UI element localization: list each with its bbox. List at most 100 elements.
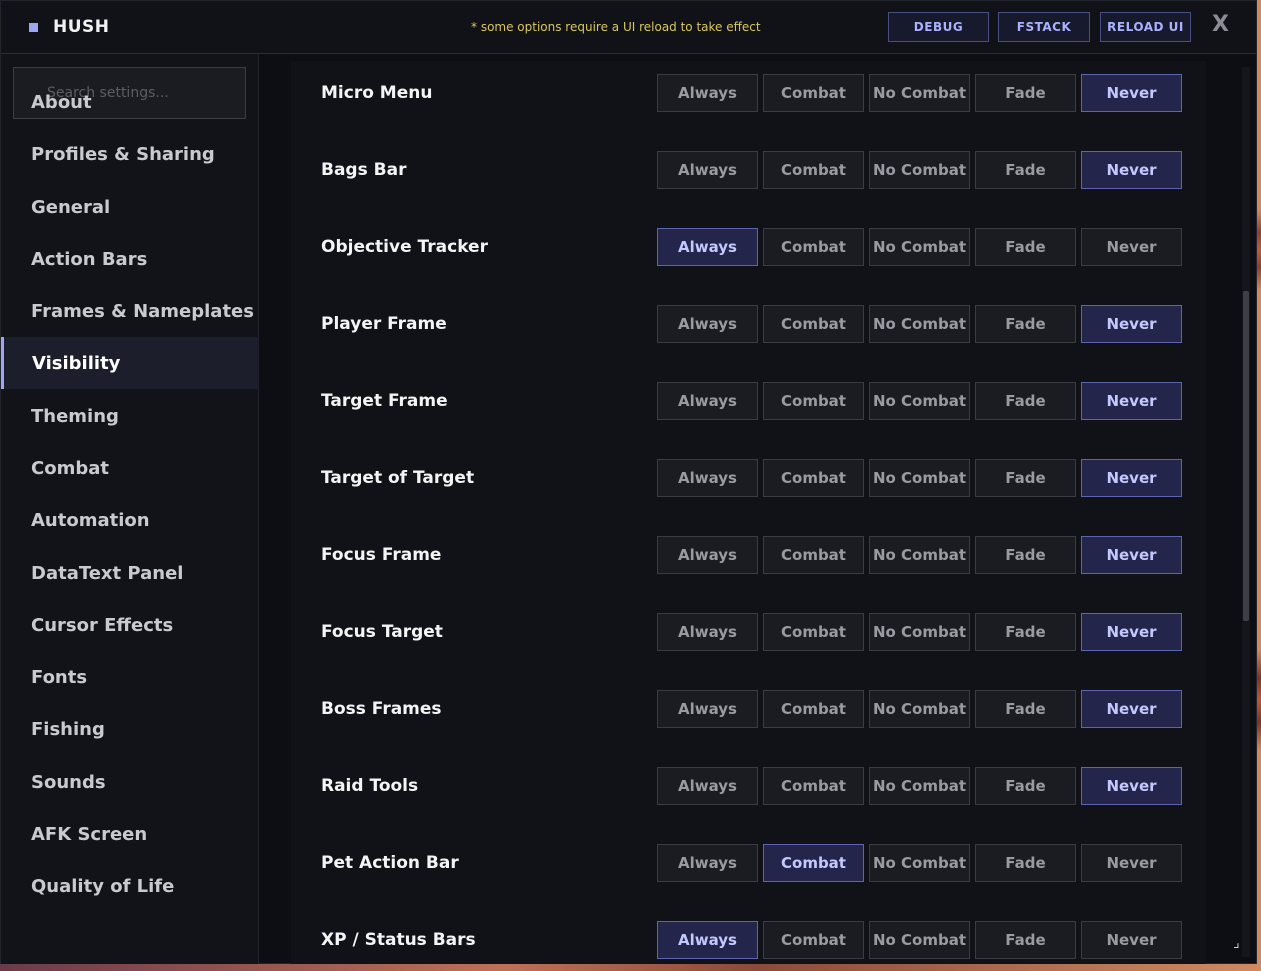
option-fade-button[interactable]: Fade — [975, 613, 1076, 651]
sidebar-item-about[interactable]: About — [1, 76, 259, 128]
option-no-combat-button[interactable]: No Combat — [869, 228, 970, 266]
option-never-button[interactable]: Never — [1081, 305, 1182, 343]
option-never-button[interactable]: Never — [1081, 767, 1182, 805]
visibility-row: Objective Tracker Always Combat No Combat Fa… — [291, 217, 1206, 277]
option-fade-button[interactable]: Fade — [975, 690, 1076, 728]
row-label: Target of Target — [321, 468, 475, 488]
header-bar: HUSH * some options require a UI reload … — [1, 1, 1256, 54]
sidebar-item-fonts[interactable]: Fonts — [1, 651, 259, 703]
row-label: Focus Frame — [321, 545, 442, 565]
resize-grip-icon[interactable]: ⌟ — [1233, 935, 1251, 957]
option-always-button[interactable]: Always — [657, 151, 758, 189]
option-fade-button[interactable]: Fade — [975, 536, 1076, 574]
sidebar: Search settings... About Profiles & Shari… — [1, 54, 259, 964]
sidebar-item-datatext-panel[interactable]: DataText Panel — [1, 547, 259, 599]
row-label: Raid Tools — [321, 776, 419, 796]
option-no-combat-button[interactable]: No Combat — [869, 74, 970, 112]
row-label: Pet Action Bar — [321, 853, 459, 873]
sidebar-item-afk-screen[interactable]: AFK Screen — [1, 808, 259, 860]
option-combat-button[interactable]: Combat — [763, 228, 864, 266]
option-always-button[interactable]: Always — [657, 74, 758, 112]
row-label: Boss Frames — [321, 699, 442, 719]
option-never-button[interactable]: Never — [1081, 690, 1182, 728]
sidebar-item-general[interactable]: General — [1, 181, 259, 233]
option-combat-button[interactable]: Combat — [763, 536, 864, 574]
option-no-combat-button[interactable]: No Combat — [869, 844, 970, 882]
option-combat-button[interactable]: Combat — [763, 613, 864, 651]
option-no-combat-button[interactable]: No Combat — [869, 305, 970, 343]
option-always-button[interactable]: Always — [657, 382, 758, 420]
sidebar-item-frames-nameplates[interactable]: Frames & Nameplates — [1, 285, 259, 337]
row-label: Micro Menu — [321, 83, 433, 103]
visibility-row: Focus Target Always Combat No Combat Fade Nev… — [291, 602, 1206, 662]
option-always-button[interactable]: Always — [657, 305, 758, 343]
option-no-combat-button[interactable]: No Combat — [869, 459, 970, 497]
option-never-button[interactable]: Never — [1081, 844, 1182, 882]
option-combat-button[interactable]: Combat — [763, 382, 864, 420]
option-fade-button[interactable]: Fade — [975, 228, 1076, 266]
option-never-button[interactable]: Never — [1081, 459, 1182, 497]
option-always-button[interactable]: Always — [657, 228, 758, 266]
sidebar-item-theming[interactable]: Theming — [1, 390, 259, 442]
sidebar-item-sounds[interactable]: Sounds — [1, 756, 259, 808]
sidebar-item-profiles-sharing[interactable]: Profiles & Sharing — [1, 128, 259, 180]
option-never-button[interactable]: Never — [1081, 228, 1182, 266]
option-no-combat-button[interactable]: No Combat — [869, 613, 970, 651]
option-always-button[interactable]: Always — [657, 613, 758, 651]
fstack-button[interactable]: FSTACK — [998, 12, 1090, 42]
option-always-button[interactable]: Always — [657, 690, 758, 728]
reload-ui-button[interactable]: RELOAD UI — [1100, 12, 1191, 42]
option-combat-button[interactable]: Combat — [763, 690, 864, 728]
option-never-button[interactable]: Never — [1081, 613, 1182, 651]
option-no-combat-button[interactable]: No Combat — [869, 382, 970, 420]
visibility-row: Boss Frames Always Combat No Combat Fade Neve… — [291, 679, 1206, 739]
option-never-button[interactable]: Never — [1081, 74, 1182, 112]
option-combat-button[interactable]: Combat — [763, 844, 864, 882]
option-fade-button[interactable]: Fade — [975, 151, 1076, 189]
visibility-row: Pet Action Bar Always Combat No Combat Fade N… — [291, 833, 1206, 893]
option-combat-button[interactable]: Combat — [763, 151, 864, 189]
option-combat-button[interactable]: Combat — [763, 74, 864, 112]
option-never-button[interactable]: Never — [1081, 151, 1182, 189]
visibility-row: Micro Menu Always Combat No Combat Fade Never — [291, 63, 1206, 123]
option-fade-button[interactable]: Fade — [975, 921, 1076, 959]
option-no-combat-button[interactable]: No Combat — [869, 767, 970, 805]
visibility-row: Bags Bar Always Combat No Combat Fade Never — [291, 140, 1206, 200]
option-fade-button[interactable]: Fade — [975, 767, 1076, 805]
option-never-button[interactable]: Never — [1081, 921, 1182, 959]
row-label: Target Frame — [321, 391, 448, 411]
option-fade-button[interactable]: Fade — [975, 459, 1076, 497]
option-no-combat-button[interactable]: No Combat — [869, 151, 970, 189]
settings-window: HUSH * some options require a UI reload … — [0, 0, 1257, 964]
sidebar-item-fishing[interactable]: Fishing — [1, 703, 259, 755]
option-no-combat-button[interactable]: No Combat — [869, 921, 970, 959]
sidebar-item-quality-of-life[interactable]: Quality of Life — [1, 860, 259, 912]
sidebar-item-action-bars[interactable]: Action Bars — [1, 233, 259, 285]
debug-button[interactable]: DEBUG — [888, 12, 989, 42]
option-combat-button[interactable]: Combat — [763, 305, 864, 343]
option-fade-button[interactable]: Fade — [975, 305, 1076, 343]
option-never-button[interactable]: Never — [1081, 536, 1182, 574]
option-always-button[interactable]: Always — [657, 767, 758, 805]
option-no-combat-button[interactable]: No Combat — [869, 536, 970, 574]
option-always-button[interactable]: Always — [657, 459, 758, 497]
row-label: Bags Bar — [321, 160, 407, 180]
option-always-button[interactable]: Always — [657, 921, 758, 959]
option-combat-button[interactable]: Combat — [763, 921, 864, 959]
scrollbar-thumb[interactable] — [1243, 291, 1249, 621]
sidebar-item-combat[interactable]: Combat — [1, 442, 259, 494]
option-combat-button[interactable]: Combat — [763, 459, 864, 497]
close-icon[interactable]: X — [1212, 12, 1229, 37]
sidebar-item-cursor-effects[interactable]: Cursor Effects — [1, 599, 259, 651]
visibility-row: Focus Frame Always Combat No Combat Fade Neve… — [291, 525, 1206, 585]
sidebar-item-automation[interactable]: Automation — [1, 494, 259, 546]
option-fade-button[interactable]: Fade — [975, 844, 1076, 882]
sidebar-item-visibility[interactable]: Visibility — [1, 337, 259, 389]
option-combat-button[interactable]: Combat — [763, 767, 864, 805]
option-fade-button[interactable]: Fade — [975, 74, 1076, 112]
option-always-button[interactable]: Always — [657, 536, 758, 574]
option-no-combat-button[interactable]: No Combat — [869, 690, 970, 728]
option-always-button[interactable]: Always — [657, 844, 758, 882]
option-never-button[interactable]: Never — [1081, 382, 1182, 420]
option-fade-button[interactable]: Fade — [975, 382, 1076, 420]
